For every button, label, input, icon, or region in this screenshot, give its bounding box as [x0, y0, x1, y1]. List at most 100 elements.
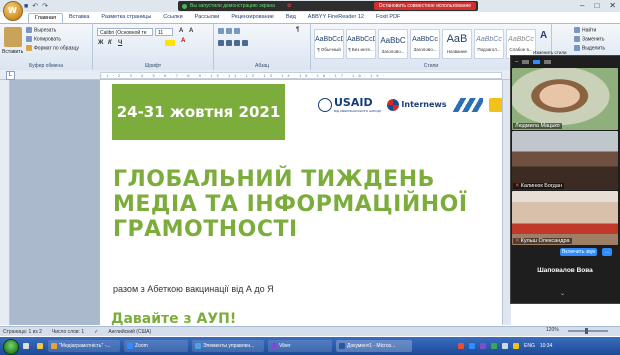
- font-color-icon[interactable]: A: [181, 38, 185, 44]
- change-styles-icon[interactable]: A: [540, 30, 547, 41]
- taskbar-item-label: Viber: [279, 343, 291, 349]
- redo-icon[interactable]: ↷: [42, 2, 48, 10]
- paste-icon[interactable]: [4, 27, 22, 47]
- unmute-button[interactable]: Включить звук: [560, 248, 598, 256]
- taskbar-item-label: Документ1 - Micros...: [347, 343, 396, 349]
- tab-page-layout[interactable]: Разметка страницы: [95, 13, 157, 23]
- maximize-button[interactable]: □: [594, 1, 599, 10]
- bold-button[interactable]: Ж: [98, 40, 103, 46]
- participant-name: ✕Калинюк Богдан: [513, 183, 564, 189]
- grow-font-icon[interactable]: A: [179, 28, 183, 34]
- word-count[interactable]: Число слов: 1: [52, 329, 84, 335]
- taskbar-item-folder[interactable]: "Медіаграмотність" -...: [48, 340, 120, 352]
- usaid-logo: USAID ВІД АМЕРИКАНСЬКОГО НАРОДУ: [318, 96, 381, 113]
- start-button[interactable]: [3, 339, 19, 355]
- participant-name: Людмила Мацько: [513, 123, 562, 129]
- partner-logo-yellow: [488, 97, 503, 112]
- tray-zoom-icon[interactable]: [469, 343, 475, 349]
- tray-app-icon[interactable]: [458, 343, 464, 349]
- zoom-view-tab-1[interactable]: [522, 60, 530, 64]
- cut-button[interactable]: Вырезать: [26, 27, 56, 33]
- tab-home[interactable]: Главная: [28, 13, 63, 23]
- undo-icon[interactable]: ↶: [32, 2, 38, 10]
- spellcheck-icon[interactable]: ✓: [94, 329, 98, 335]
- participant-video[interactable]: ✕Кульш Олександра: [512, 191, 618, 245]
- style-subtitle[interactable]: AaBbCc Подзагол...: [474, 29, 504, 59]
- align-icons[interactable]: [218, 40, 250, 46]
- font-name-select[interactable]: Calibri (Основной те: [97, 28, 153, 36]
- underline-button[interactable]: Ч: [118, 40, 122, 46]
- style-name: ¶ Без инте...: [348, 47, 374, 52]
- shrink-font-icon[interactable]: A: [189, 28, 193, 34]
- minimize-button[interactable]: –: [580, 1, 584, 10]
- replace-button[interactable]: Заменить: [574, 36, 604, 42]
- zoom-slider-thumb[interactable]: [585, 328, 588, 334]
- style-no-spacing[interactable]: AaBbCcDc ¶ Без инте...: [346, 29, 376, 59]
- pilcrow-icon[interactable]: ¶: [296, 27, 299, 33]
- close-button[interactable]: ✕: [609, 1, 616, 10]
- highlight-icon[interactable]: [165, 40, 175, 46]
- vertical-ruler: [0, 80, 10, 325]
- quick-launch-icon[interactable]: [34, 340, 44, 352]
- tab-foxit[interactable]: Foxit PDF: [370, 13, 406, 23]
- keyboard-language[interactable]: ENG: [524, 343, 535, 349]
- document-headline: ГЛОБАЛЬНИЙ ТИЖДЕНЬ МЕДІА ТА ІНФОРМАЦІЙНО…: [113, 167, 468, 242]
- quick-launch-icon[interactable]: [20, 340, 30, 352]
- format-painter-button[interactable]: Формат по образцу: [26, 45, 79, 51]
- paste-button[interactable]: Вставить: [2, 49, 23, 55]
- style-title[interactable]: AaB Название: [442, 29, 472, 59]
- find-button[interactable]: Найти: [574, 27, 596, 33]
- office-button[interactable]: W: [3, 1, 23, 21]
- tab-view[interactable]: Вид: [280, 13, 302, 23]
- style-normal[interactable]: AaBbCcDc ¶ Обычный: [314, 29, 344, 59]
- tab-mailings[interactable]: Рассылки: [189, 13, 226, 23]
- copy-button[interactable]: Копировать: [26, 36, 61, 42]
- taskbar-item-label: Zoom: [135, 343, 148, 349]
- language-indicator[interactable]: Английский (США): [108, 329, 151, 335]
- tab-review[interactable]: Рецензирование: [225, 13, 279, 23]
- style-name: ¶ Обычный: [317, 47, 341, 52]
- taskbar-item-controls[interactable]: Элементы управлен...: [192, 340, 264, 352]
- stop-share-button[interactable]: Остановить совместное использование: [373, 2, 476, 10]
- copy-label: Копировать: [34, 36, 61, 43]
- clock[interactable]: 10:34: [540, 343, 553, 349]
- select-button[interactable]: Выделить: [574, 45, 605, 51]
- zoom-view-tab-2[interactable]: [533, 60, 541, 64]
- tab-selector-icon[interactable]: L: [6, 71, 15, 80]
- page-count[interactable]: Страница: 1 из 2: [3, 329, 42, 335]
- italic-button[interactable]: К: [108, 40, 112, 46]
- zoom-view-tab-3[interactable]: [544, 60, 552, 64]
- tab-insert[interactable]: Вставка: [63, 13, 95, 23]
- muted-mic-icon: ✕: [515, 183, 520, 189]
- chevron-down-icon[interactable]: ⌄: [560, 290, 565, 297]
- tray-network-icon[interactable]: [491, 343, 497, 349]
- tray-volume-icon[interactable]: [502, 343, 508, 349]
- more-button[interactable]: ...: [602, 248, 613, 256]
- zoom-slider[interactable]: [568, 330, 608, 332]
- font-group: Calibri (Основной те 11 A A Ж К Ч A Шриф…: [93, 24, 214, 70]
- zoom-share-bar: Вы запустили демонстрацию экрана ⚙ Остан…: [178, 1, 478, 11]
- font-size-select[interactable]: 11: [155, 28, 173, 36]
- replace-icon: [574, 36, 580, 42]
- zoom-level[interactable]: 120%: [546, 327, 559, 333]
- taskbar-item-viber[interactable]: Viber: [268, 340, 332, 352]
- partner-logos: USAID ВІД АМЕРИКАНСЬКОГО НАРОДУ Internew…: [318, 96, 503, 113]
- bullets-icon[interactable]: [218, 28, 242, 34]
- participant-video[interactable]: Людмила Мацько: [512, 68, 618, 130]
- tab-references[interactable]: Ссылки: [157, 13, 188, 23]
- tray-viber-icon[interactable]: [480, 343, 486, 349]
- style-heading-1[interactable]: AaBbC Заголово...: [378, 29, 408, 59]
- save-icon[interactable]: ■: [24, 3, 28, 10]
- clipboard-group-label: Буфер обмена: [29, 63, 63, 69]
- style-heading-2[interactable]: AaBbCc Заголово...: [410, 29, 440, 59]
- taskbar-item-word[interactable]: Документ1 - Micros...: [336, 340, 412, 352]
- style-sample: AaBbCc: [476, 36, 502, 43]
- tab-abbyy[interactable]: ABBYY FineReader 12: [302, 13, 370, 23]
- ruler-scale[interactable]: ·1·2·3·4·5·6·7·8·9·10·11·12·13·14·15·16·…: [100, 72, 502, 79]
- participant-video[interactable]: ✕Калинюк Богдан: [512, 131, 618, 190]
- taskbar-item-zoom[interactable]: Zoom: [124, 340, 188, 352]
- zoom-minimize-icon[interactable]: –: [515, 59, 518, 65]
- settings-icon[interactable]: ⚙: [287, 3, 291, 9]
- tray-flag-icon[interactable]: [513, 343, 519, 349]
- document-subline: разом з Абеткою вакцинації від А до Я: [113, 284, 274, 294]
